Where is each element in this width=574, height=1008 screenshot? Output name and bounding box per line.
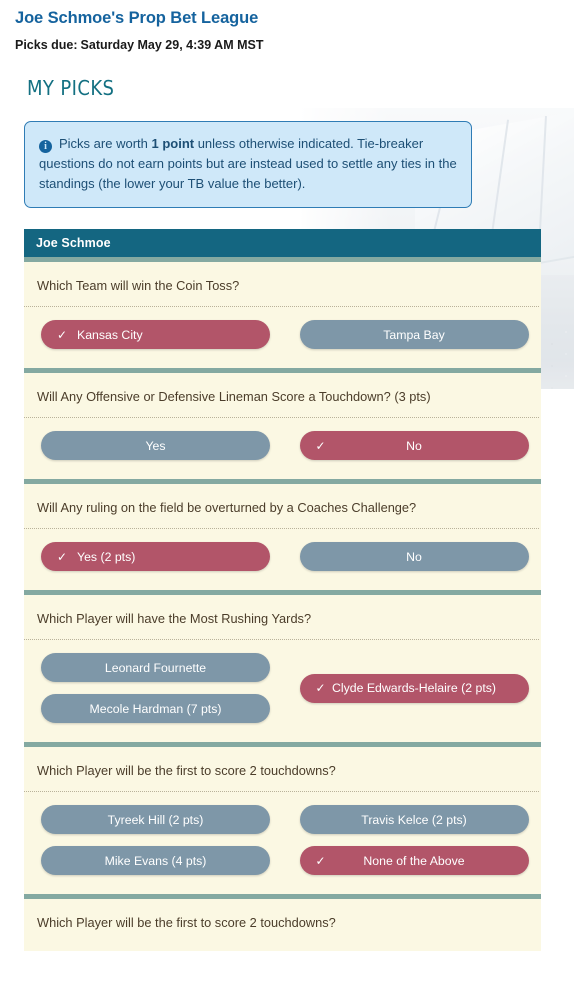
question-text: Will Any Offensive or Defensive Lineman … — [37, 389, 431, 404]
option-label: Tampa Bay — [383, 327, 445, 342]
option-column-right: No — [283, 542, 542, 571]
option-button[interactable]: Tyreek Hill (2 pts) — [41, 805, 270, 834]
question-block: Which Player will be the first to score … — [24, 747, 541, 894]
question-block: Which Player will have the Most Rushing … — [24, 595, 541, 742]
check-icon: ✓ — [57, 549, 68, 564]
option-column-left: Yes — [24, 431, 283, 460]
option-column-left: Tyreek Hill (2 pts) Mike Evans (4 pts) — [24, 805, 283, 875]
option-label: Yes — [145, 438, 166, 453]
option-label: None of the Above — [363, 853, 465, 868]
check-icon: ✓ — [315, 853, 326, 868]
option-label: Clyde Edwards-Helaire (2 pts) — [331, 681, 496, 695]
option-label: Mike Evans (4 pts) — [104, 853, 207, 868]
option-column-right: Tampa Bay — [283, 320, 542, 349]
option-grid: Leonard Fournette Mecole Hardman (7 pts) ✓… — [24, 640, 541, 742]
question-text: Which Player will be the first to score … — [37, 763, 336, 778]
card-owner-header: Joe Schmoe — [24, 229, 541, 257]
option-grid: ✓ Kansas City Tampa Bay — [24, 307, 541, 368]
question-block: Which Player will be the first to score … — [24, 899, 541, 951]
option-button[interactable]: ✓ Kansas City — [41, 320, 270, 349]
option-column-right: ✓ Clyde Edwards-Helaire (2 pts) — [283, 653, 542, 723]
option-label: Tyreek Hill (2 pts) — [107, 812, 204, 827]
check-icon: ✓ — [315, 438, 326, 453]
page-root: Joe Schmoe's Prop Bet League Picks due: S… — [0, 0, 574, 951]
option-button[interactable]: Mike Evans (4 pts) — [41, 846, 270, 875]
option-label: Yes (2 pts) — [77, 549, 136, 564]
option-column-right: ✓ No — [283, 431, 542, 460]
question-text: Which Player will have the Most Rushing … — [37, 611, 312, 626]
option-grid: Tyreek Hill (2 pts) Mike Evans (4 pts) Tra… — [24, 792, 541, 894]
option-grid: ✓ Yes (2 pts) No — [24, 529, 541, 590]
check-icon: ✓ — [315, 681, 326, 695]
option-button[interactable]: ✓ Clyde Edwards-Helaire (2 pts) — [299, 673, 529, 703]
question-spacer — [24, 943, 541, 951]
picks-due-line: Picks due: Saturday May 29, 4:39 AM MST — [0, 28, 574, 52]
alert-bold-text: 1 point — [151, 136, 195, 151]
page-title: Joe Schmoe's Prop Bet League — [15, 9, 259, 27]
picks-due-label: Picks due: — [15, 38, 78, 52]
option-column-left: ✓ Yes (2 pts) — [24, 542, 283, 571]
question-text: Which Player will be the first to score … — [37, 915, 336, 930]
option-label: No — [406, 549, 422, 564]
option-button[interactable]: Yes — [41, 431, 270, 460]
question-block: Will Any ruling on the field be overturn… — [24, 484, 541, 590]
section-heading-my-picks: MY PICKS — [27, 76, 115, 100]
questions-list: Which Team will win the Coin Toss? ✓ Kansa… — [24, 257, 541, 951]
option-button[interactable]: Leonard Fournette — [41, 653, 270, 682]
info-circle-icon: i — [39, 140, 52, 153]
option-button[interactable]: Travis Kelce (2 pts) — [299, 805, 529, 834]
option-column-right: Travis Kelce (2 pts) ✓ None of the Above — [283, 805, 542, 875]
scoring-info-banner: i Picks are worth 1 point unless otherwis… — [24, 121, 472, 208]
option-label: Leonard Fournette — [104, 660, 207, 675]
question-block: Will Any Offensive or Defensive Lineman … — [24, 373, 541, 479]
option-button[interactable]: ✓ Yes (2 pts) — [41, 542, 270, 571]
my-picks-card: Joe Schmoe Which Team will win the Coin … — [24, 229, 541, 951]
option-label: Travis Kelce (2 pts) — [361, 812, 467, 827]
alert-text-before: Picks are worth — [59, 136, 152, 151]
option-button[interactable]: ✓ No — [299, 431, 529, 460]
question-block: Which Team will win the Coin Toss? ✓ Kansa… — [24, 262, 541, 368]
option-column-left: Leonard Fournette Mecole Hardman (7 pts) — [24, 653, 283, 723]
option-button[interactable]: Mecole Hardman (7 pts) — [41, 694, 270, 723]
option-button[interactable]: Tampa Bay — [299, 320, 529, 349]
question-text: Will Any ruling on the field be overturn… — [37, 500, 417, 515]
option-label: No — [406, 438, 422, 453]
option-column-left: ✓ Kansas City — [24, 320, 283, 349]
question-text: Which Team will win the Coin Toss? — [37, 278, 240, 293]
option-button[interactable]: ✓ None of the Above — [299, 846, 529, 875]
picks-due-value: Saturday May 29, 4:39 AM MST — [80, 38, 264, 52]
option-button[interactable]: No — [299, 542, 529, 571]
check-icon: ✓ — [57, 327, 68, 342]
option-grid: Yes ✓ No — [24, 418, 541, 479]
option-label: Mecole Hardman (7 pts) — [89, 701, 222, 716]
